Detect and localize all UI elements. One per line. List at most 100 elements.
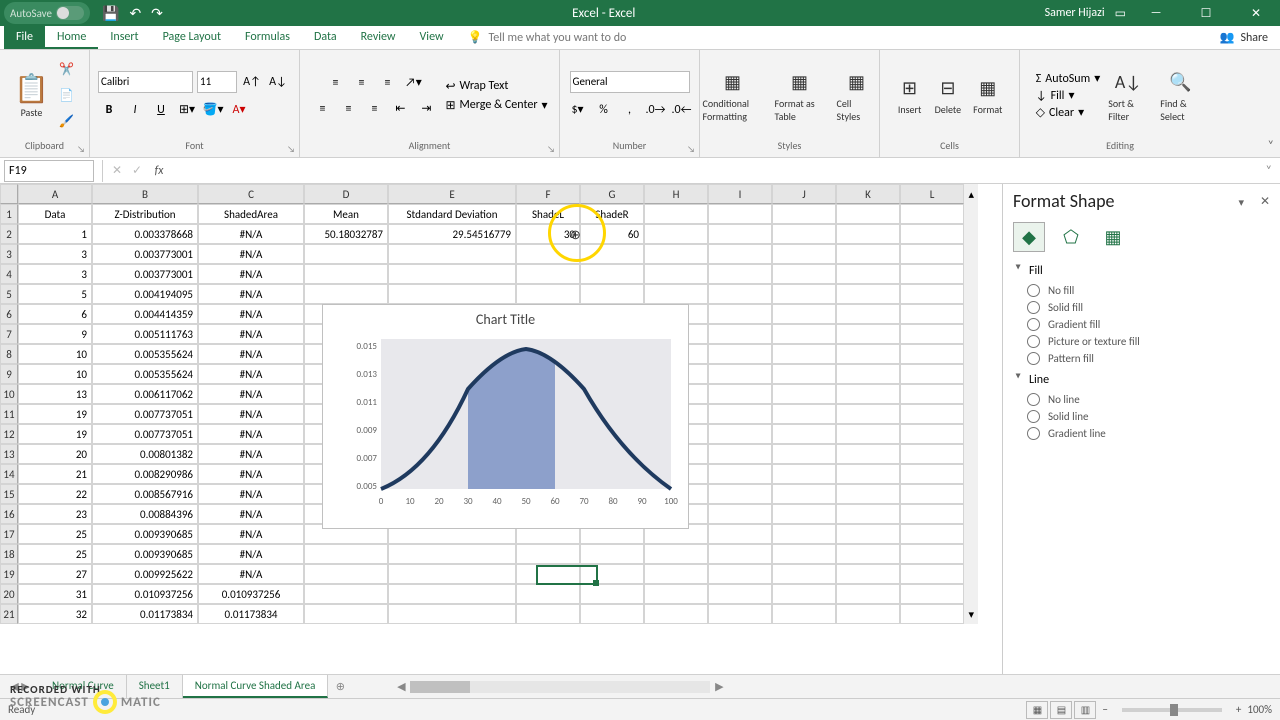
vscroll[interactable] bbox=[964, 344, 978, 364]
line-option[interactable]: Gradient line bbox=[1027, 427, 1270, 440]
cell[interactable] bbox=[772, 564, 836, 584]
cell[interactable]: ShadedArea bbox=[198, 204, 304, 224]
cell[interactable] bbox=[836, 204, 900, 224]
formula-input[interactable] bbox=[171, 160, 1258, 182]
cell[interactable] bbox=[772, 304, 836, 324]
cell[interactable] bbox=[772, 344, 836, 364]
row-header[interactable]: 13 bbox=[0, 444, 18, 464]
find-select-button[interactable]: 🔍Find & Select bbox=[1156, 67, 1204, 125]
column-header[interactable]: L bbox=[900, 184, 964, 204]
dialog-launcher-icon[interactable]: ↘ bbox=[77, 144, 85, 155]
font-size-select[interactable] bbox=[197, 71, 237, 93]
column-header[interactable]: I bbox=[708, 184, 772, 204]
column-header[interactable]: H bbox=[644, 184, 708, 204]
cell[interactable] bbox=[772, 224, 836, 244]
cell[interactable] bbox=[836, 304, 900, 324]
cell[interactable] bbox=[580, 544, 644, 564]
fill-line-tab-icon[interactable]: ◆ bbox=[1013, 222, 1045, 252]
tab-view[interactable]: View bbox=[408, 26, 456, 49]
cell[interactable]: 27 bbox=[18, 564, 92, 584]
cell[interactable]: 0.00801382 bbox=[92, 444, 198, 464]
row-header[interactable]: 10 bbox=[0, 384, 18, 404]
effects-tab-icon[interactable]: ⬠ bbox=[1055, 222, 1087, 252]
cell[interactable] bbox=[708, 444, 772, 464]
vscroll[interactable] bbox=[964, 544, 978, 564]
cell[interactable]: 10 bbox=[18, 364, 92, 384]
vscroll[interactable] bbox=[964, 224, 978, 244]
row-header[interactable]: 1 bbox=[0, 204, 18, 224]
comma-format-icon[interactable]: , bbox=[619, 99, 641, 121]
cell[interactable] bbox=[304, 564, 388, 584]
vscroll[interactable] bbox=[964, 324, 978, 344]
cell[interactable] bbox=[900, 324, 964, 344]
cell[interactable]: #N/A bbox=[198, 424, 304, 444]
row-header[interactable]: 8 bbox=[0, 344, 18, 364]
zoom-level[interactable]: 100% bbox=[1247, 703, 1272, 716]
cell[interactable] bbox=[836, 544, 900, 564]
cell[interactable] bbox=[708, 564, 772, 584]
expand-formula-icon[interactable]: ˅ bbox=[1258, 164, 1280, 178]
cell[interactable]: 1 bbox=[18, 224, 92, 244]
cell[interactable]: 0.01173834 bbox=[198, 604, 304, 624]
cell[interactable] bbox=[304, 244, 388, 264]
vscroll-down-icon[interactable]: ▾ bbox=[964, 604, 978, 624]
cancel-icon[interactable]: ✕ bbox=[107, 163, 127, 178]
cell[interactable] bbox=[900, 244, 964, 264]
hscroll-right-icon[interactable]: ▶ bbox=[710, 680, 728, 693]
cell[interactable]: #N/A bbox=[198, 364, 304, 384]
cell[interactable] bbox=[304, 284, 388, 304]
row-header[interactable]: 7 bbox=[0, 324, 18, 344]
cell[interactable] bbox=[900, 504, 964, 524]
cell[interactable] bbox=[900, 304, 964, 324]
cell[interactable]: 19 bbox=[18, 424, 92, 444]
cell[interactable] bbox=[708, 224, 772, 244]
zoom-out-icon[interactable]: − bbox=[1102, 703, 1107, 716]
row-header[interactable]: 14 bbox=[0, 464, 18, 484]
cell[interactable] bbox=[580, 584, 644, 604]
cell[interactable] bbox=[580, 244, 644, 264]
ribbon-options-icon[interactable]: ▭ bbox=[1115, 6, 1126, 21]
cell[interactable] bbox=[708, 424, 772, 444]
cell[interactable] bbox=[708, 344, 772, 364]
cell[interactable] bbox=[900, 404, 964, 424]
vscroll[interactable] bbox=[964, 564, 978, 584]
cell[interactable]: 0.004414359 bbox=[92, 304, 198, 324]
cell[interactable] bbox=[836, 444, 900, 464]
vscroll[interactable] bbox=[964, 404, 978, 424]
cell[interactable]: #N/A bbox=[198, 224, 304, 244]
fill-option[interactable]: Gradient fill bbox=[1027, 318, 1270, 331]
cell[interactable] bbox=[304, 544, 388, 564]
cell[interactable]: #N/A bbox=[198, 464, 304, 484]
cell[interactable] bbox=[708, 284, 772, 304]
align-middle-icon[interactable]: ≡ bbox=[350, 72, 372, 94]
number-format-select[interactable] bbox=[570, 71, 690, 93]
cell[interactable]: 6 bbox=[18, 304, 92, 324]
fill-color-button[interactable]: 🪣▾ bbox=[202, 99, 224, 121]
cell[interactable]: 0.007737051 bbox=[92, 424, 198, 444]
row-header[interactable]: 20 bbox=[0, 584, 18, 604]
align-bottom-icon[interactable]: ≡ bbox=[376, 72, 398, 94]
cell[interactable] bbox=[708, 464, 772, 484]
fill-section[interactable]: Fill bbox=[1013, 264, 1270, 278]
dialog-launcher-icon[interactable]: ↘ bbox=[547, 144, 555, 155]
cell[interactable]: 0.008290986 bbox=[92, 464, 198, 484]
merge-center-button[interactable]: ⊞Merge & Center▾ bbox=[445, 98, 547, 113]
cell[interactable] bbox=[388, 544, 516, 564]
orientation-icon[interactable]: ↗▾ bbox=[402, 72, 424, 94]
cell[interactable]: #N/A bbox=[198, 504, 304, 524]
vscroll[interactable] bbox=[964, 304, 978, 324]
fx-icon[interactable]: fx bbox=[147, 164, 171, 178]
cell[interactable] bbox=[516, 564, 580, 584]
cell[interactable] bbox=[772, 604, 836, 624]
cell[interactable]: 0.01173834 bbox=[92, 604, 198, 624]
fill-option[interactable]: Solid fill bbox=[1027, 301, 1270, 314]
cell[interactable] bbox=[900, 344, 964, 364]
cell[interactable] bbox=[304, 584, 388, 604]
align-center-icon[interactable]: ≡ bbox=[337, 98, 359, 120]
increase-font-icon[interactable]: A↑ bbox=[241, 71, 263, 93]
cell[interactable] bbox=[900, 484, 964, 504]
cell[interactable]: 0.007737051 bbox=[92, 404, 198, 424]
cell[interactable] bbox=[836, 244, 900, 264]
cell[interactable]: 22 bbox=[18, 484, 92, 504]
cell[interactable]: 0.010937256 bbox=[198, 584, 304, 604]
